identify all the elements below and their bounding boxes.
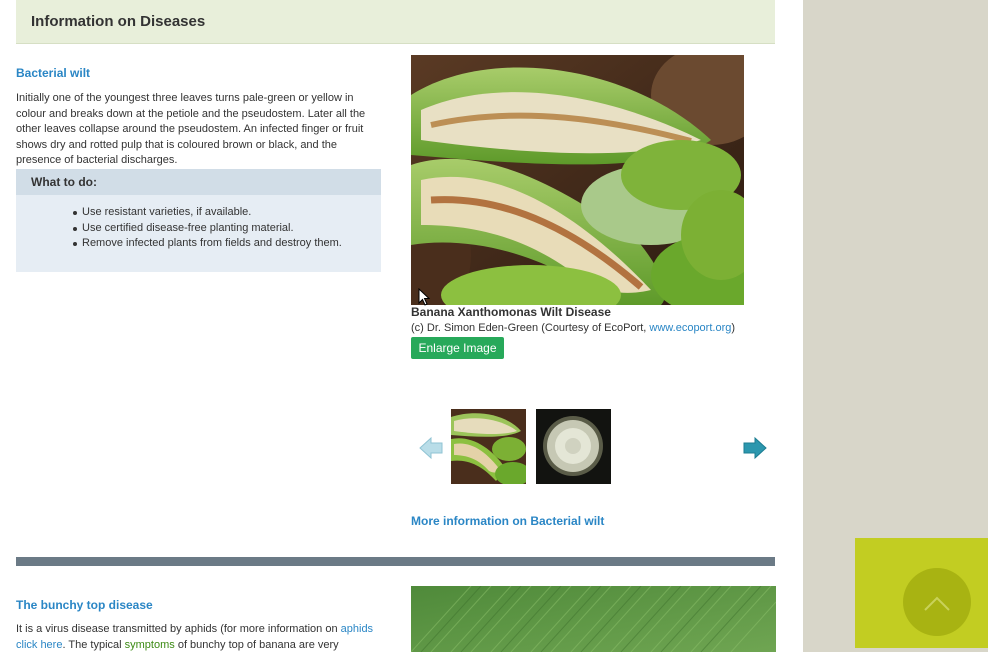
image-credit-text: (c) Dr. Simon Eden-Green (Courtesy of Ec…: [411, 322, 650, 334]
disease-title-bunchy-top[interactable]: The bunchy top disease: [16, 598, 153, 612]
ecoport-link[interactable]: www.ecoport.org: [649, 322, 731, 334]
disease-description: Initially one of the youngest three leav…: [16, 92, 366, 167]
image-credit: (c) Dr. Simon Eden-Green (Courtesy of Ec…: [411, 322, 735, 334]
image-credit-suffix: ): [731, 322, 736, 334]
page-title: Information on Diseases: [31, 13, 206, 30]
back-to-top-button[interactable]: [903, 568, 971, 636]
mouse-cursor-icon: [418, 287, 431, 306]
section-divider: [16, 557, 775, 566]
disease-main-image[interactable]: [411, 55, 744, 305]
thumbnail-bacterial-wilt-1[interactable]: [451, 409, 526, 484]
what-to-do-list: Use resistant varieties, if available. U…: [16, 205, 342, 252]
bunchy-top-image[interactable]: [411, 586, 776, 652]
thumbnail-bacterial-wilt-2[interactable]: [536, 409, 611, 484]
section-header: Information on Diseases: [16, 0, 775, 44]
aphids-link[interactable]: aphids: [341, 623, 373, 635]
desc-text: . The typical: [62, 638, 125, 651]
desc-text: It is a virus disease transmitted by aph…: [16, 623, 341, 635]
arrow-right-icon[interactable]: [742, 435, 768, 461]
list-item: Use resistant varieties, if available.: [73, 205, 342, 221]
what-to-do-header: What to do:: [16, 169, 381, 195]
enlarge-image-button[interactable]: Enlarge Image: [411, 337, 504, 359]
what-to-do-title: What to do:: [31, 175, 97, 189]
chevron-up-icon: [924, 596, 950, 611]
list-item: Use certified disease-free planting mate…: [73, 221, 342, 237]
click-here-link[interactable]: click here: [16, 639, 62, 651]
list-item: Remove infected plants from fields and d…: [73, 236, 342, 252]
desc-text: of bunchy top of banana are very: [174, 638, 339, 651]
arrow-left-icon[interactable]: [418, 435, 444, 461]
symptoms-link[interactable]: symptoms: [125, 639, 175, 651]
main-content: Information on Diseases Bacterial wilt I…: [0, 0, 803, 652]
disease-title-bacterial-wilt[interactable]: Bacterial wilt: [16, 66, 90, 80]
more-info-link[interactable]: More information on Bacterial wilt: [411, 514, 604, 528]
disease-description-2: It is a virus disease transmitted by aph…: [16, 622, 386, 652]
what-to-do-box: What to do: Use resistant varieties, if …: [16, 169, 381, 272]
image-caption: Banana Xanthomonas Wilt Disease: [411, 305, 611, 319]
